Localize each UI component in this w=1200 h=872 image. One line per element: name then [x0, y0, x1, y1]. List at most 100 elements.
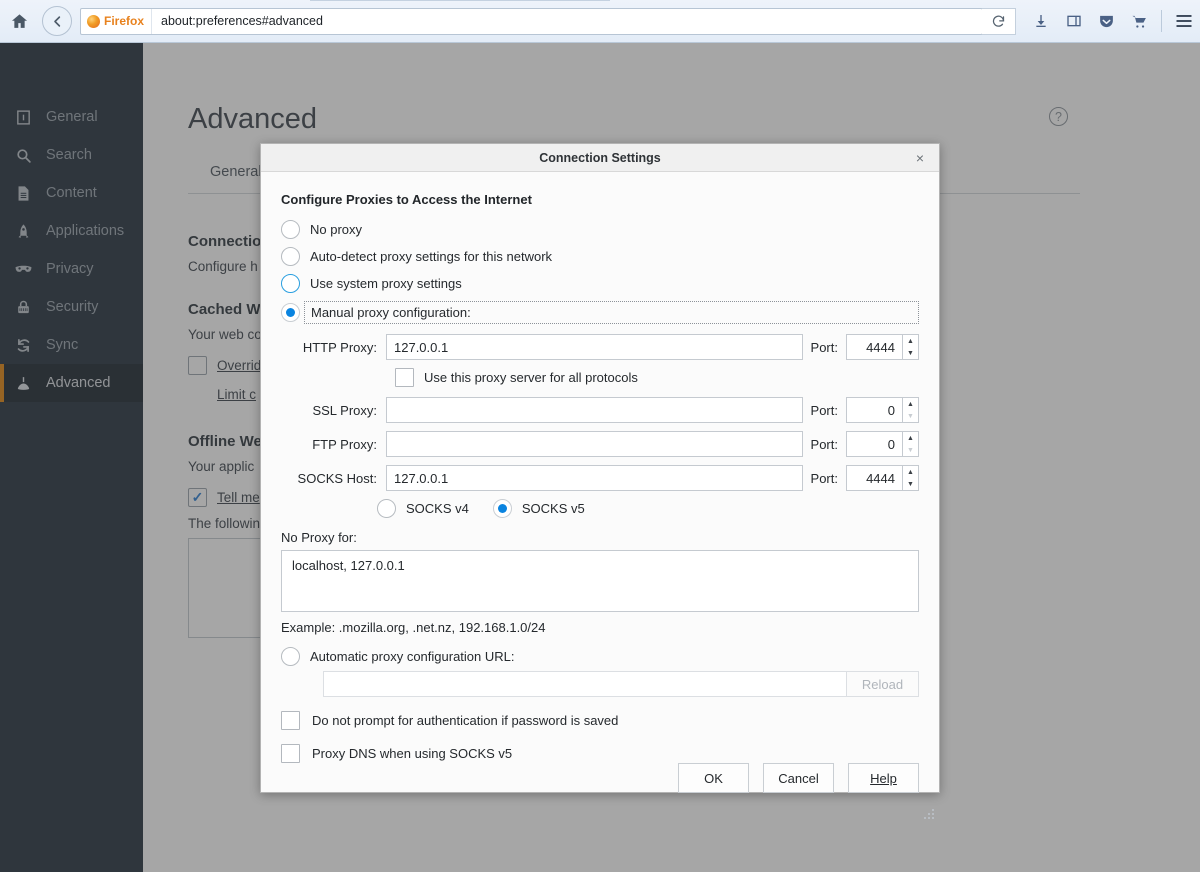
socks-port-stepper[interactable]: 4444 ▲ ▼ [846, 465, 919, 491]
checkbox-label: Do not prompt for authentication if pass… [312, 713, 618, 728]
radio-label: No proxy [310, 222, 362, 237]
browser-toolbar: Firefox about:preferences#advanced [0, 0, 1200, 43]
socks-host-label: SOCKS Host: [281, 471, 386, 486]
checkbox-label: Use this proxy server for all protocols [424, 370, 638, 385]
checkbox-label: Proxy DNS when using SOCKS v5 [312, 746, 512, 761]
socks-version-group: SOCKS v4 SOCKS v5 [377, 499, 919, 518]
pac-url-input[interactable] [323, 671, 847, 697]
download-icon[interactable] [1024, 0, 1057, 43]
ftp-proxy-input[interactable] [386, 431, 803, 457]
ftp-proxy-label: FTP Proxy: [281, 437, 386, 452]
spinner[interactable]: ▲ ▼ [902, 397, 919, 423]
radio-label: Use system proxy settings [310, 276, 462, 291]
radio-indicator [281, 303, 300, 322]
no-proxy-textarea[interactable]: localhost, 127.0.0.1 [281, 550, 919, 612]
spinner-down-icon[interactable]: ▼ [903, 478, 918, 490]
ssl-proxy-input[interactable] [386, 397, 803, 423]
radio-automatic-proxy-url[interactable]: Automatic proxy configuration URL: [281, 647, 919, 666]
pocket-icon[interactable] [1090, 0, 1123, 43]
pac-url-row: Reload [323, 671, 919, 697]
ftp-port-input[interactable]: 0 [846, 431, 902, 457]
socks-port-input[interactable]: 4444 [846, 465, 902, 491]
url-bar[interactable]: Firefox about:preferences#advanced [80, 8, 983, 35]
radio-socks-v5-indicator[interactable] [493, 499, 512, 518]
http-port-stepper[interactable]: 4444 ▲ ▼ [846, 334, 919, 360]
manual-proxy-focus-ring: Manual proxy configuration: [304, 301, 919, 324]
back-button[interactable] [42, 6, 72, 36]
http-proxy-input[interactable]: 127.0.0.1 [386, 334, 803, 360]
resize-grip-icon[interactable] [924, 806, 936, 818]
help-button-label: Help [870, 771, 897, 786]
cart-icon[interactable] [1123, 0, 1156, 43]
no-auth-prompt-checkbox[interactable]: Do not prompt for authentication if pass… [281, 711, 919, 730]
radio-label: Auto-detect proxy settings for this netw… [310, 249, 552, 264]
ssl-proxy-label: SSL Proxy: [281, 403, 386, 418]
ftp-proxy-row: FTP Proxy: Port: 0 ▲ ▼ [281, 431, 919, 457]
connection-settings-dialog: Connection Settings × Configure Proxies … [260, 143, 940, 793]
dialog-body: Configure Proxies to Access the Internet… [261, 172, 939, 763]
help-button[interactable]: Help [848, 763, 919, 793]
identity-label: Firefox [104, 14, 144, 28]
radio-indicator [281, 647, 300, 666]
radio-socks-v5-label: SOCKS v5 [522, 501, 585, 516]
ssl-port-label: Port: [803, 403, 846, 418]
home-icon[interactable] [0, 0, 38, 43]
checkbox-box [395, 368, 414, 387]
checkbox-box [281, 744, 300, 763]
hamburger-menu-icon[interactable] [1167, 0, 1200, 43]
manual-proxy-fields: HTTP Proxy: 127.0.0.1 Port: 4444 ▲ ▼ Use… [281, 334, 919, 763]
http-port-input[interactable]: 4444 [846, 334, 902, 360]
spinner[interactable]: ▲ ▼ [902, 465, 919, 491]
ok-button[interactable]: OK [678, 763, 749, 793]
socks-host-row: SOCKS Host: 127.0.0.1 Port: 4444 ▲ ▼ [281, 465, 919, 491]
proxy-dns-socks5-checkbox[interactable]: Proxy DNS when using SOCKS v5 [281, 744, 919, 763]
radio-indicator [281, 274, 300, 293]
checkbox-box [281, 711, 300, 730]
dialog-titlebar: Connection Settings × [261, 144, 939, 172]
pac-reload-button[interactable]: Reload [847, 671, 919, 697]
no-proxy-label: No Proxy for: [281, 530, 919, 545]
http-proxy-row: HTTP Proxy: 127.0.0.1 Port: 4444 ▲ ▼ [281, 334, 919, 360]
radio-use-system-proxy[interactable]: Use system proxy settings [281, 270, 919, 297]
spinner[interactable]: ▲ ▼ [902, 431, 919, 457]
url-text[interactable]: about:preferences#advanced [152, 14, 323, 28]
http-proxy-label: HTTP Proxy: [281, 340, 386, 355]
spinner-up-icon[interactable]: ▲ [903, 335, 918, 347]
spinner-down-icon: ▼ [903, 410, 918, 422]
spinner-up-icon[interactable]: ▲ [903, 432, 918, 444]
identity-box[interactable]: Firefox [81, 9, 152, 34]
ssl-port-stepper[interactable]: 0 ▲ ▼ [846, 397, 919, 423]
toolbar-divider [1161, 10, 1162, 32]
radio-label: Automatic proxy configuration URL: [310, 649, 514, 664]
radio-socks-v4-label: SOCKS v4 [406, 501, 469, 516]
spinner[interactable]: ▲ ▼ [902, 334, 919, 360]
radio-no-proxy[interactable]: No proxy [281, 216, 919, 243]
socks-host-input[interactable]: 127.0.0.1 [386, 465, 803, 491]
firefox-favicon-icon [87, 15, 100, 28]
dialog-title: Connection Settings [539, 151, 661, 165]
radio-socks-v4-indicator[interactable] [377, 499, 396, 518]
radio-indicator [281, 220, 300, 239]
dialog-footer: OK Cancel Help [261, 763, 939, 809]
ftp-port-label: Port: [803, 437, 846, 452]
radio-auto-detect-proxy[interactable]: Auto-detect proxy settings for this netw… [281, 243, 919, 270]
ftp-port-stepper[interactable]: 0 ▲ ▼ [846, 431, 919, 457]
tab-strip-edge [310, 0, 610, 1]
close-icon[interactable]: × [909, 144, 931, 172]
no-proxy-example-text: Example: .mozilla.org, .net.nz, 192.168.… [281, 620, 919, 635]
proxy-group-heading: Configure Proxies to Access the Internet [281, 192, 919, 207]
spinner-down-icon: ▼ [903, 444, 918, 456]
spinner-up-icon[interactable]: ▲ [903, 466, 918, 478]
ssl-port-input[interactable]: 0 [846, 397, 902, 423]
reload-icon[interactable] [982, 8, 1016, 35]
spinner-down-icon[interactable]: ▼ [903, 347, 918, 359]
radio-manual-proxy[interactable]: Manual proxy configuration: [281, 299, 919, 326]
spinner-up-icon[interactable]: ▲ [903, 398, 918, 410]
cancel-button[interactable]: Cancel [763, 763, 834, 793]
ssl-proxy-row: SSL Proxy: Port: 0 ▲ ▼ [281, 397, 919, 423]
radio-label: Manual proxy configuration: [311, 305, 471, 320]
use-for-all-protocols-checkbox[interactable]: Use this proxy server for all protocols [395, 368, 919, 387]
http-port-label: Port: [803, 340, 846, 355]
sidebar-icon[interactable] [1057, 0, 1090, 43]
radio-indicator [281, 247, 300, 266]
